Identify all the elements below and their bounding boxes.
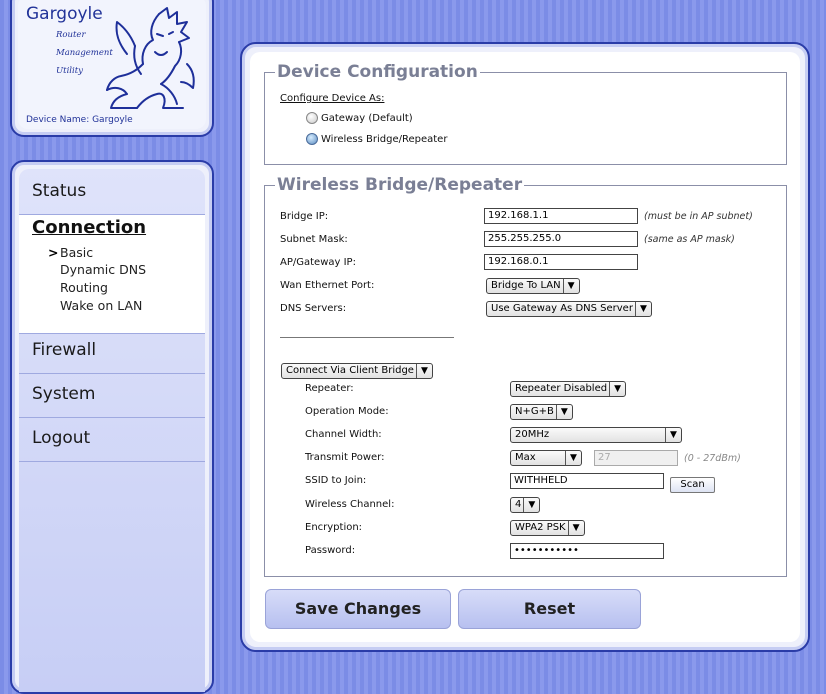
scan-button[interactable]: Scan (670, 477, 715, 493)
radio-gateway[interactable] (306, 112, 318, 124)
nav-divider (19, 373, 205, 374)
chevron-down-icon: ▼ (634, 302, 651, 316)
nav-sub-routing[interactable]: Routing (60, 280, 108, 295)
op-mode-value: N+G+B (515, 406, 554, 417)
nav-inner: Status Connection > Basic Dynamic DNS Ro… (19, 169, 205, 692)
dns-label: DNS Servers: (280, 303, 347, 314)
subnet-mask-label: Subnet Mask: (280, 234, 348, 245)
nav-item-status[interactable]: Status (19, 181, 205, 201)
nav-item-connection-label[interactable]: Connection (32, 217, 146, 238)
chevron-down-icon: ▼ (415, 364, 432, 378)
bridge-ip-input[interactable]: 192.168.1.1 (484, 208, 638, 224)
logo-title: Gargoyle (26, 4, 103, 24)
dns-select[interactable]: Use Gateway As DNS Server ▼ (486, 301, 652, 317)
device-name: Device Name: Gargoyle (26, 115, 133, 125)
configure-device-label: Configure Device As: (280, 93, 385, 104)
logo-panel: Gargoyle Router Management Utility Devic… (10, 0, 214, 137)
nav-panel: Status Connection > Basic Dynamic DNS Ro… (10, 160, 214, 694)
gargoyle-logo-icon (106, 7, 195, 109)
nav-item-logout[interactable]: Logout (19, 428, 205, 448)
tx-power-select[interactable]: Max ▼ (510, 450, 582, 466)
chevron-down-icon: ▼ (562, 279, 579, 293)
channel-label: Wireless Channel: (305, 499, 395, 510)
active-arrow: > (48, 245, 59, 260)
nav-divider (19, 461, 205, 462)
channel-width-select[interactable]: 20MHz ▼ (510, 427, 682, 443)
nav-item-connection: Connection > Basic Dynamic DNS Routing W… (19, 215, 205, 333)
repeater-value: Repeater Disabled (515, 383, 608, 394)
chevron-down-icon: ▼ (609, 382, 625, 396)
logo-line-router: Router (56, 30, 86, 40)
channel-width-label: Channel Width: (305, 429, 382, 440)
chevron-down-icon: ▼ (565, 451, 581, 465)
chevron-down-icon: ▼ (555, 405, 572, 419)
save-changes-button[interactable]: Save Changes (265, 589, 451, 629)
nav-sub-basic[interactable]: Basic (60, 245, 93, 260)
tx-power-note: (0 - 27dBm) (684, 453, 741, 464)
password-input[interactable]: ••••••••••• (510, 543, 664, 559)
wan-port-value: Bridge To LAN (491, 280, 561, 291)
bridge-legend: Wireless Bridge/Repeater (277, 175, 523, 195)
logo-line-utility: Utility (56, 66, 83, 76)
dns-value: Use Gateway As DNS Server (491, 303, 633, 314)
nav-item-system[interactable]: System (19, 384, 205, 404)
nav-item-logout-label: Logout (32, 428, 91, 448)
chevron-down-icon: ▼ (567, 521, 584, 535)
encryption-select[interactable]: WPA2 PSK ▼ (510, 520, 585, 536)
encryption-label: Encryption: (305, 522, 363, 533)
gateway-ip-label: AP/Gateway IP: (280, 257, 356, 268)
nav-item-status-label: Status (32, 181, 87, 201)
nav-item-system-label: System (32, 384, 96, 404)
password-label: Password: (305, 545, 356, 556)
repeater-select[interactable]: Repeater Disabled ▼ (510, 381, 627, 397)
nav-divider (19, 333, 205, 334)
nav-sub-dynamic-dns[interactable]: Dynamic DNS (60, 262, 146, 277)
device-config-legend: Device Configuration (277, 62, 478, 82)
wan-port-label: Wan Ethernet Port: (280, 280, 375, 291)
nav-divider (19, 417, 205, 418)
nav-sub-wake-on-lan[interactable]: Wake on LAN (60, 298, 142, 313)
subnet-mask-input[interactable]: 255.255.255.0 (484, 231, 638, 247)
repeater-label: Repeater: (305, 383, 354, 394)
bridge-ip-note: (must be in AP subnet) (644, 211, 753, 222)
reset-button[interactable]: Reset (458, 589, 641, 629)
encryption-value: WPA2 PSK (515, 522, 566, 533)
divider-line (280, 337, 454, 338)
op-mode-select[interactable]: N+G+B ▼ (510, 404, 573, 420)
op-mode-label: Operation Mode: (305, 406, 389, 417)
connect-mode-value: Connect Via Client Bridge (286, 365, 414, 376)
nav-item-firewall[interactable]: Firewall (19, 340, 205, 360)
tx-power-dbm-input[interactable]: 27 (594, 450, 678, 466)
chevron-down-icon: ▼ (523, 498, 539, 512)
radio-gateway-label: Gateway (Default) (321, 113, 413, 124)
gateway-ip-input[interactable]: 192.168.0.1 (484, 254, 638, 270)
radio-wireless-bridge[interactable] (306, 133, 318, 145)
radio-wireless-bridge-label: Wireless Bridge/Repeater (321, 134, 448, 145)
chevron-down-icon: ▼ (665, 428, 681, 442)
ssid-label: SSID to Join: (305, 475, 367, 486)
tx-power-value: Max (515, 452, 536, 463)
channel-select[interactable]: 4 ▼ (510, 497, 541, 513)
tx-power-label: Transmit Power: (305, 452, 385, 463)
subnet-mask-note: (same as AP mask) (644, 234, 735, 245)
bridge-ip-label: Bridge IP: (280, 211, 329, 222)
channel-value: 4 (515, 499, 522, 510)
connect-mode-select[interactable]: Connect Via Client Bridge ▼ (281, 363, 433, 379)
nav-item-firewall-label: Firewall (32, 340, 97, 360)
channel-width-value: 20MHz (515, 429, 550, 440)
wan-port-select[interactable]: Bridge To LAN ▼ (486, 278, 580, 294)
ssid-input[interactable]: WITHHELD (510, 473, 664, 489)
